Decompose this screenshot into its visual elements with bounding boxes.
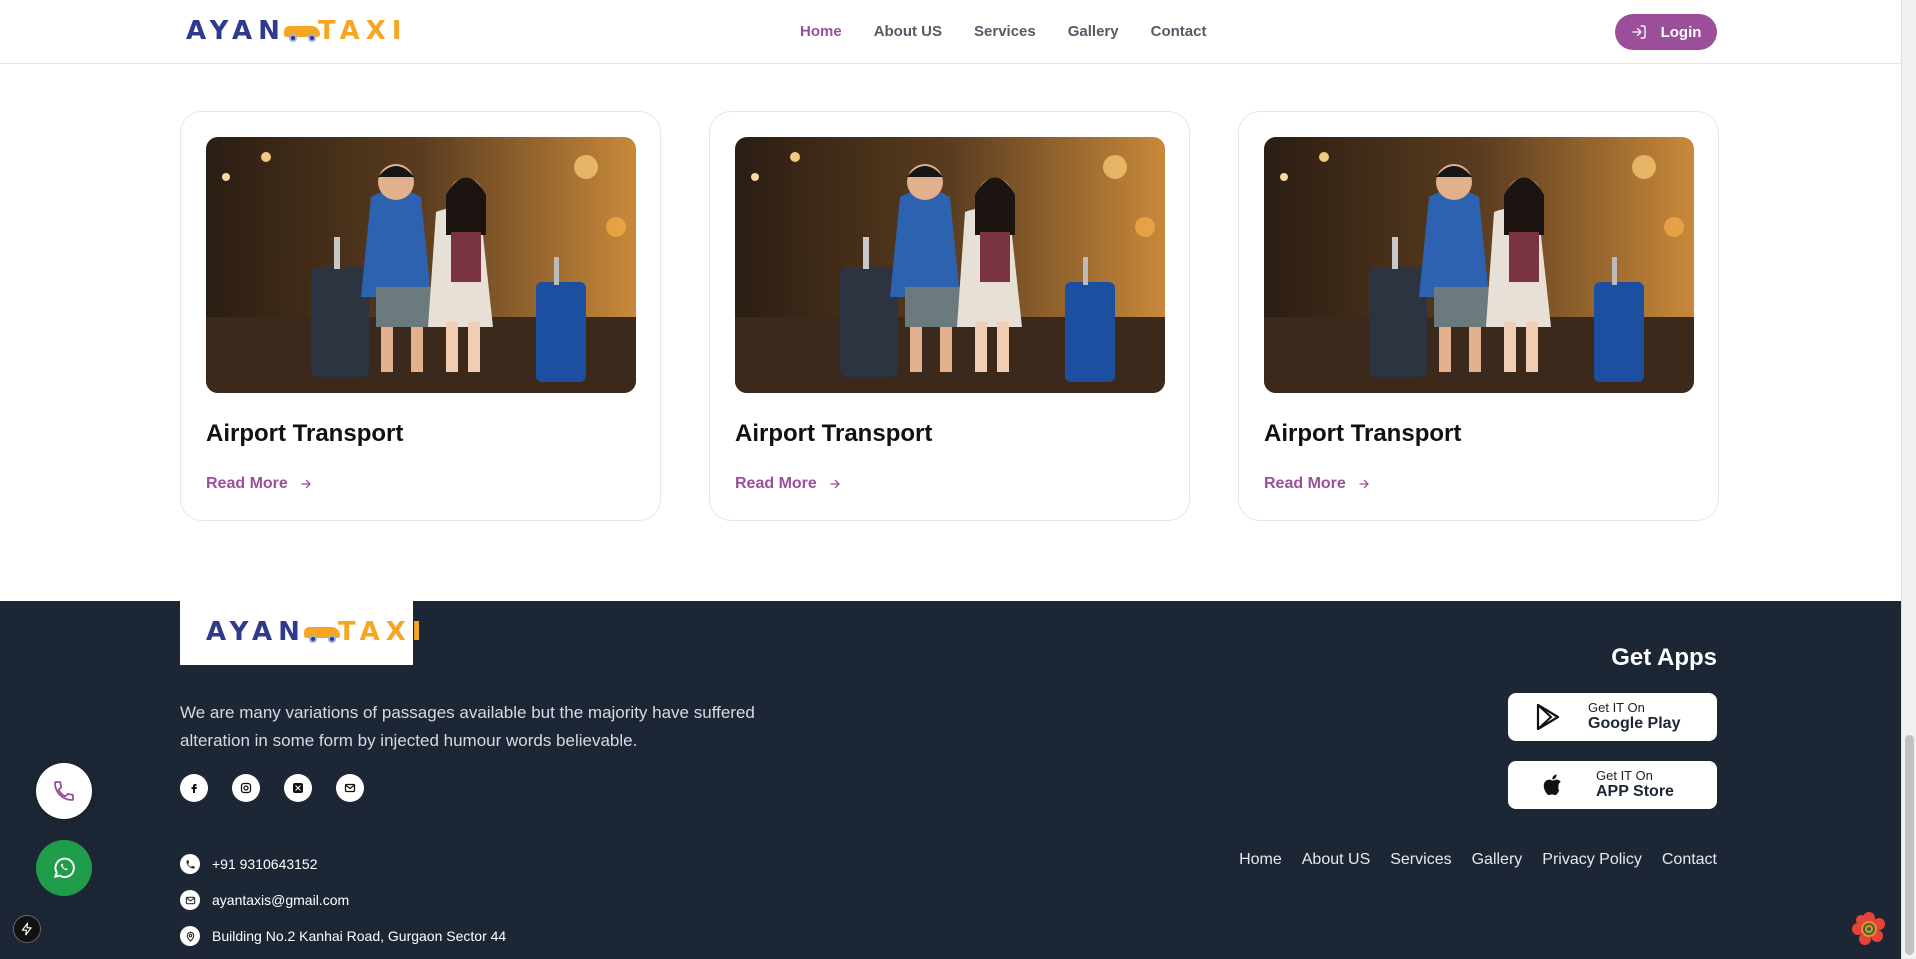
card-title: Airport Transport — [735, 420, 933, 447]
site-header: AYAN TAXI Home About US Services Gallery… — [0, 0, 1901, 64]
google-play-line2: Google Play — [1588, 715, 1681, 732]
service-card: Airport Transport Read More — [180, 111, 661, 521]
read-more-link[interactable]: Read More — [1264, 475, 1370, 493]
couple-with-luggage-photo — [206, 137, 636, 393]
footer-link-services[interactable]: Services — [1390, 851, 1451, 869]
footer-about-text: We are many variations of passages avail… — [180, 703, 755, 750]
arrow-right-icon — [1359, 479, 1369, 489]
taxi-car-icon — [302, 621, 342, 643]
footer-logo-box: AYAN TAXI — [180, 601, 421, 665]
read-more-label: Read More — [206, 475, 288, 492]
brand-logo[interactable]: AYAN TAXI — [186, 16, 407, 46]
footer-nav: Home About US Services Gallery Privacy P… — [1239, 851, 1717, 869]
contact-email-text: ayantaxis@gmail.com — [212, 892, 350, 908]
google-play-icon — [1508, 704, 1588, 730]
read-more-label: Read More — [1264, 475, 1346, 492]
google-play-button[interactable]: Get IT On Google Play — [1508, 693, 1717, 741]
social-links — [180, 774, 364, 802]
contact-address: Building No.2 Kanhai Road, Gurgaon Secto… — [180, 914, 506, 958]
mail-icon[interactable] — [336, 774, 364, 802]
read-more-link[interactable]: Read More — [206, 475, 312, 493]
main-nav: Home About US Services Gallery Contact — [800, 23, 1206, 40]
footer-link-about[interactable]: About US — [1302, 851, 1370, 869]
read-more-link[interactable]: Read More — [735, 475, 841, 493]
location-pin-icon — [180, 926, 200, 946]
nav-about[interactable]: About US — [874, 23, 942, 40]
footer-link-home[interactable]: Home — [1239, 851, 1282, 869]
phone-icon — [180, 854, 200, 874]
google-play-line1: Get IT On — [1588, 700, 1645, 715]
footer-link-privacy[interactable]: Privacy Policy — [1542, 851, 1642, 869]
contact-list: +91 9310643152 ayantaxis@gmail.com Build… — [180, 842, 506, 958]
login-button[interactable]: Login — [1615, 14, 1717, 50]
nav-contact[interactable]: Contact — [1151, 23, 1207, 40]
card-title: Airport Transport — [206, 420, 404, 447]
floating-call-button[interactable] — [36, 763, 92, 819]
mail-icon — [180, 890, 200, 910]
phone-icon — [54, 781, 74, 801]
bolt-widget-button[interactable] — [13, 915, 41, 943]
footer-brand-logo[interactable]: AYAN TAXI — [206, 617, 427, 647]
couple-with-luggage-photo — [735, 137, 1165, 393]
scrollbar-thumb[interactable] — [1905, 735, 1914, 955]
read-more-label: Read More — [735, 475, 817, 492]
arrow-right-icon — [830, 479, 840, 489]
login-label: Login — [1660, 23, 1702, 41]
facebook-icon[interactable] — [180, 774, 208, 802]
site-footer: AYAN TAXI We are many variations of pass… — [0, 601, 1901, 959]
logo-text-taxi: TAXI — [337, 617, 428, 647]
page-scrollbar[interactable] — [1901, 0, 1916, 959]
app-store-button[interactable]: Get IT On APP Store — [1508, 761, 1717, 809]
footer-link-gallery[interactable]: Gallery — [1472, 851, 1523, 869]
nav-gallery[interactable]: Gallery — [1068, 23, 1119, 40]
instagram-icon[interactable] — [232, 774, 260, 802]
app-store-line1: Get IT On — [1596, 768, 1653, 783]
contact-phone-text: +91 9310643152 — [212, 856, 318, 872]
service-card: Airport Transport Read More — [709, 111, 1190, 521]
service-card: Airport Transport Read More — [1238, 111, 1719, 521]
nav-services[interactable]: Services — [974, 23, 1036, 40]
floating-whatsapp-button[interactable] — [36, 840, 92, 896]
app-store-line2: APP Store — [1596, 783, 1674, 800]
couple-with-luggage-photo — [1264, 137, 1694, 393]
card-title: Airport Transport — [1264, 420, 1462, 447]
logo-text-ayan: AYAN — [186, 16, 286, 46]
lightning-icon — [21, 922, 32, 936]
twitter-x-icon[interactable] — [284, 774, 312, 802]
footer-link-contact[interactable]: Contact — [1662, 851, 1717, 869]
nav-home[interactable]: Home — [800, 23, 842, 40]
apple-icon — [1508, 773, 1596, 797]
arrow-right-icon — [301, 479, 311, 489]
get-apps-heading: Get Apps — [1611, 644, 1717, 671]
flower-widget-icon[interactable] — [1850, 910, 1888, 948]
services-cards: Airport Transport Read More Airport Tran… — [180, 111, 1719, 521]
logo-text-ayan: AYAN — [206, 617, 306, 647]
whatsapp-icon — [53, 857, 75, 879]
logo-text-taxi: TAXI — [317, 16, 408, 46]
taxi-car-icon — [282, 20, 322, 42]
contact-address-text: Building No.2 Kanhai Road, Gurgaon Secto… — [212, 928, 507, 944]
login-icon — [1631, 25, 1646, 39]
